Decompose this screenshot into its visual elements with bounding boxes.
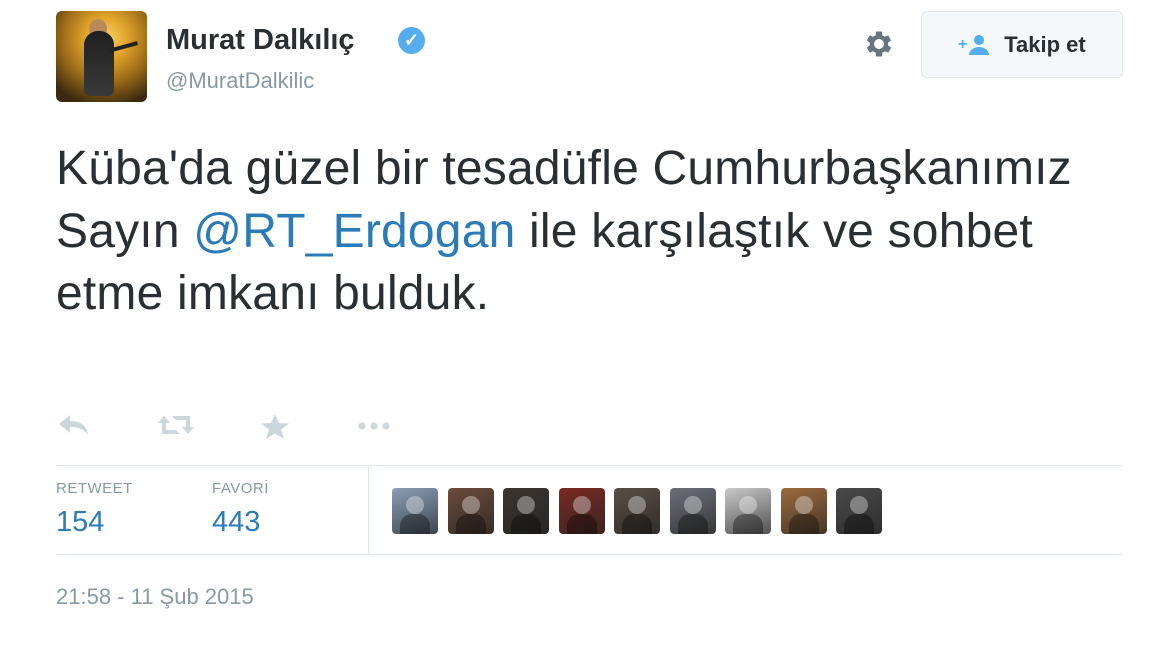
follow-label: Takip et bbox=[1004, 31, 1086, 57]
retweet-label: RETWEET bbox=[56, 480, 133, 497]
verified-badge-icon: ✓ bbox=[398, 27, 425, 54]
gear-icon[interactable] bbox=[862, 27, 896, 61]
favoriter-avatar[interactable] bbox=[669, 488, 716, 534]
favoriter-avatar[interactable] bbox=[503, 488, 549, 534]
favoriter-avatar[interactable] bbox=[392, 488, 438, 534]
add-user-icon: + bbox=[958, 34, 990, 55]
favoriter-avatar[interactable] bbox=[614, 488, 660, 534]
more-icon[interactable] bbox=[354, 412, 394, 438]
retweet-count[interactable]: 154 bbox=[56, 506, 104, 539]
follow-button[interactable]: + Takip et bbox=[921, 11, 1123, 78]
stats-bottom-divider bbox=[56, 554, 1122, 555]
favorite-star-icon[interactable] bbox=[258, 412, 292, 440]
favorite-label: FAVORİ bbox=[212, 480, 269, 497]
favoriter-avatar[interactable] bbox=[725, 488, 771, 534]
favorite-count[interactable]: 443 bbox=[212, 506, 260, 539]
retweet-icon[interactable] bbox=[156, 412, 196, 438]
favoriter-avatar[interactable] bbox=[558, 488, 605, 534]
favoriter-avatar[interactable] bbox=[780, 488, 827, 534]
user-handle[interactable]: @MuratDalkilic bbox=[166, 68, 314, 94]
stats-top-divider bbox=[56, 465, 1122, 466]
profile-avatar[interactable] bbox=[56, 11, 147, 102]
reply-icon[interactable] bbox=[56, 412, 90, 438]
favoriter-avatar[interactable] bbox=[836, 488, 882, 534]
favoriter-avatar[interactable] bbox=[447, 488, 494, 534]
tweet-text: Küba'da güzel bir tesadüfle Cumhurbaşkan… bbox=[56, 138, 1116, 326]
svg-text:+: + bbox=[958, 36, 967, 53]
stats-vertical-divider bbox=[368, 466, 369, 554]
user-name[interactable]: Murat Dalkılıç bbox=[166, 24, 355, 57]
mention-link[interactable]: @RT_Erdogan bbox=[193, 205, 515, 258]
tweet-timestamp[interactable]: 21:58 - 11 Şub 2015 bbox=[56, 584, 254, 610]
